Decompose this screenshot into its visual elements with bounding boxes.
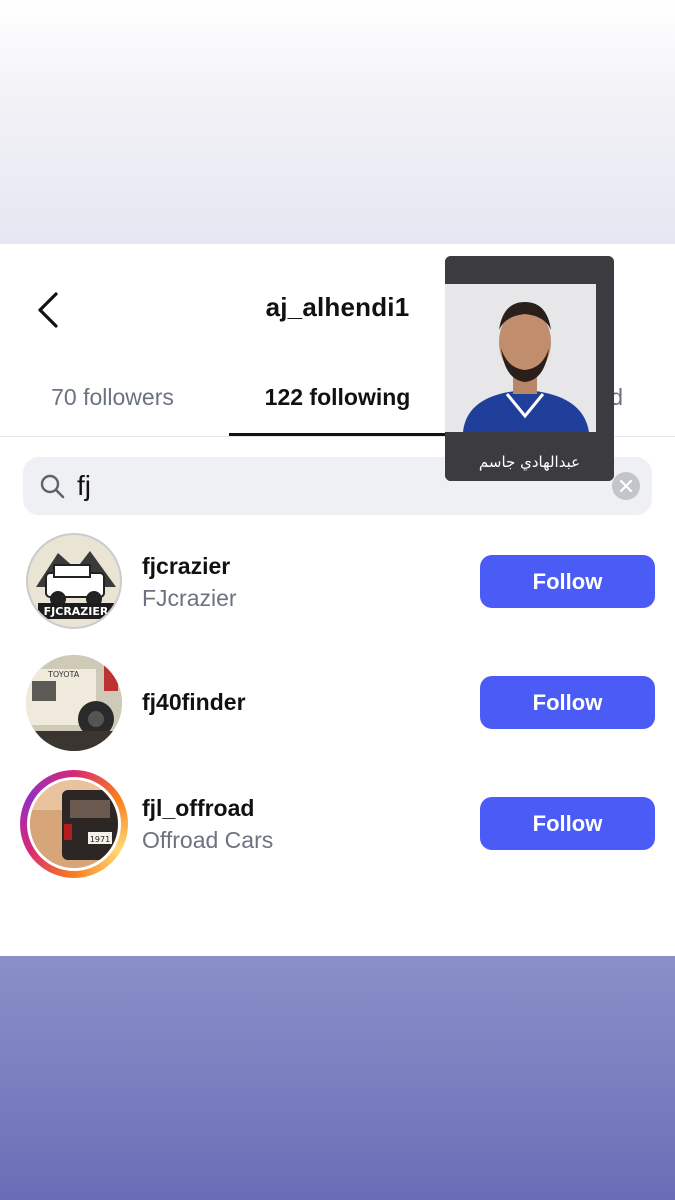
search-icon xyxy=(40,474,65,499)
close-icon xyxy=(620,480,632,492)
svg-text:FJCRAZIER: FJCRAZIER xyxy=(44,605,109,618)
avatar[interactable]: TOYOTA xyxy=(26,655,122,751)
svg-text:TOYOTA: TOYOTA xyxy=(47,670,80,679)
bottom-background xyxy=(0,956,675,1200)
list-item[interactable]: FJCRAZIER fjcrazier FJcrazier Follow xyxy=(0,527,675,637)
tab-following[interactable]: 122 following xyxy=(225,384,450,411)
avatar[interactable]: FJCRAZIER xyxy=(26,533,122,629)
username[interactable]: fjl_offroad xyxy=(142,795,254,822)
follow-button[interactable]: Follow xyxy=(480,676,655,729)
vehicle-photo-icon: TOYOTA xyxy=(26,655,122,751)
avatar[interactable]: 1971 xyxy=(27,777,121,871)
search-query: fj xyxy=(77,470,91,501)
clear-search-button[interactable] xyxy=(612,472,640,500)
person-photo xyxy=(445,256,614,481)
photo-overlay: عبدالهادي جاسم xyxy=(445,256,614,481)
svg-text:1971: 1971 xyxy=(90,835,110,844)
display-name: Offroad Cars xyxy=(142,827,274,853)
photo-caption: عبدالهادي جاسم xyxy=(478,453,581,471)
vehicle-photo-icon: 1971 xyxy=(30,780,118,868)
display-name: FJcrazier xyxy=(142,585,237,611)
tab-followers[interactable]: 70 followers xyxy=(0,384,225,411)
username[interactable]: fjcrazier xyxy=(142,553,230,580)
list-item[interactable]: 1971 fjl_offroad Offroad Cars Follow xyxy=(0,770,675,880)
username[interactable]: fj40finder xyxy=(142,689,246,716)
jeep-logo-icon: FJCRAZIER xyxy=(36,551,116,619)
follow-button[interactable]: Follow xyxy=(480,797,655,850)
status-area-background xyxy=(0,0,675,244)
list-item[interactable]: TOYOTA fj40finder Follow xyxy=(0,649,675,759)
follow-button[interactable]: Follow xyxy=(480,555,655,608)
